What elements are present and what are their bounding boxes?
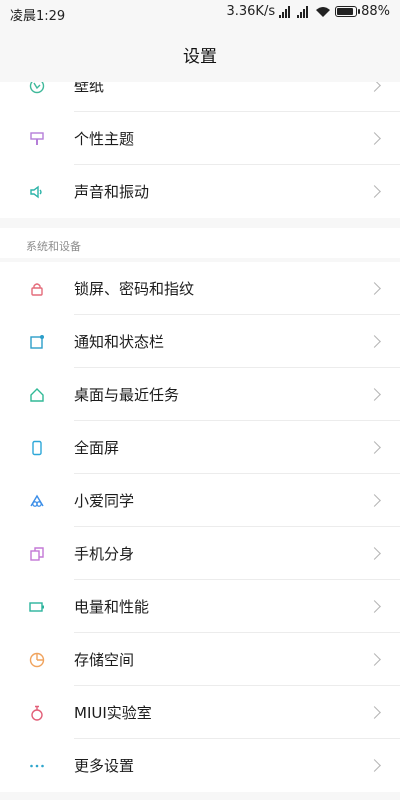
chevron-right-icon	[368, 388, 381, 401]
system-group: 锁屏、密码和指纹 通知和状态栏 桌面与最近任务 全面屏 小爱同学 手机分身 电量…	[0, 262, 400, 792]
notification-icon	[29, 334, 45, 350]
settings-item-lab[interactable]: MIUI实验室	[0, 686, 400, 739]
settings-item-label: 桌面与最近任务	[74, 386, 180, 404]
chevron-right-icon	[368, 132, 381, 145]
signal-hd-icon	[297, 5, 311, 18]
dual-copy-icon	[29, 546, 45, 562]
settings-item-notifications[interactable]: 通知和状态栏	[0, 315, 400, 368]
settings-item-label: 更多设置	[74, 757, 135, 775]
settings-item-label: 全面屏	[74, 439, 120, 457]
settings-item-label: 声音和振动	[74, 183, 150, 201]
chevron-right-icon	[368, 759, 381, 772]
settings-item-storage[interactable]: 存储空间	[0, 633, 400, 686]
settings-item-label: 小爱同学	[74, 492, 135, 510]
settings-screen: 凌晨1:29 3.36K/s 88% 设置 壁纸 个性主题 声音和振动 系统和设…	[0, 0, 400, 800]
settings-item-lock-screen[interactable]: 锁屏、密码和指纹	[0, 262, 400, 315]
flask-icon	[29, 705, 45, 721]
phone-icon	[29, 440, 45, 456]
battery-percent: 88%	[361, 4, 390, 19]
speaker-icon	[29, 184, 45, 200]
settings-item-label: 个性主题	[74, 130, 135, 148]
chevron-right-icon	[368, 441, 381, 454]
chevron-right-icon	[368, 494, 381, 507]
page-title: 设置	[0, 26, 400, 82]
settings-item-battery[interactable]: 电量和性能	[0, 580, 400, 633]
chevron-right-icon	[368, 547, 381, 560]
settings-item-label: 存储空间	[74, 651, 135, 669]
settings-item-more[interactable]: 更多设置	[0, 739, 400, 792]
wifi-icon	[316, 6, 331, 17]
network-speed: 3.36K/s	[226, 4, 276, 19]
section-header-system: 系统和设备	[0, 228, 400, 258]
status-time: 凌晨1:29	[10, 9, 66, 24]
storage-pie-icon	[29, 652, 45, 668]
chevron-right-icon	[368, 600, 381, 613]
settings-item-dual-apps[interactable]: 手机分身	[0, 527, 400, 580]
more-dots-icon	[29, 758, 45, 774]
settings-item-assistant[interactable]: 小爱同学	[0, 474, 400, 527]
home-icon	[29, 387, 45, 403]
settings-item-theme[interactable]: 个性主题	[0, 112, 400, 165]
theme-brush-icon	[29, 131, 45, 147]
lock-icon	[29, 281, 45, 297]
settings-item-label: 手机分身	[74, 545, 135, 563]
settings-item-label: MIUI实验室	[74, 704, 152, 722]
status-right: 3.36K/s 88%	[226, 4, 390, 19]
status-bar: 凌晨1:29 3.36K/s 88%	[0, 0, 400, 26]
signal-icon	[279, 5, 293, 18]
chevron-right-icon	[368, 335, 381, 348]
chevron-right-icon	[368, 706, 381, 719]
chevron-right-icon	[368, 282, 381, 295]
settings-item-label: 锁屏、密码和指纹	[74, 280, 195, 298]
settings-item-desktop[interactable]: 桌面与最近任务	[0, 368, 400, 421]
chevron-right-icon	[368, 185, 381, 198]
settings-item-label: 通知和状态栏	[74, 333, 165, 351]
personalization-group: 壁纸 个性主题 声音和振动	[0, 59, 400, 218]
battery-icon	[335, 6, 361, 17]
chevron-right-icon	[368, 653, 381, 666]
assistant-icon	[29, 493, 45, 509]
settings-item-fullscreen[interactable]: 全面屏	[0, 421, 400, 474]
settings-item-sound[interactable]: 声音和振动	[0, 165, 400, 218]
section-title: 系统和设备	[26, 240, 81, 253]
settings-item-label: 电量和性能	[74, 598, 150, 616]
battery-icon	[29, 599, 45, 615]
